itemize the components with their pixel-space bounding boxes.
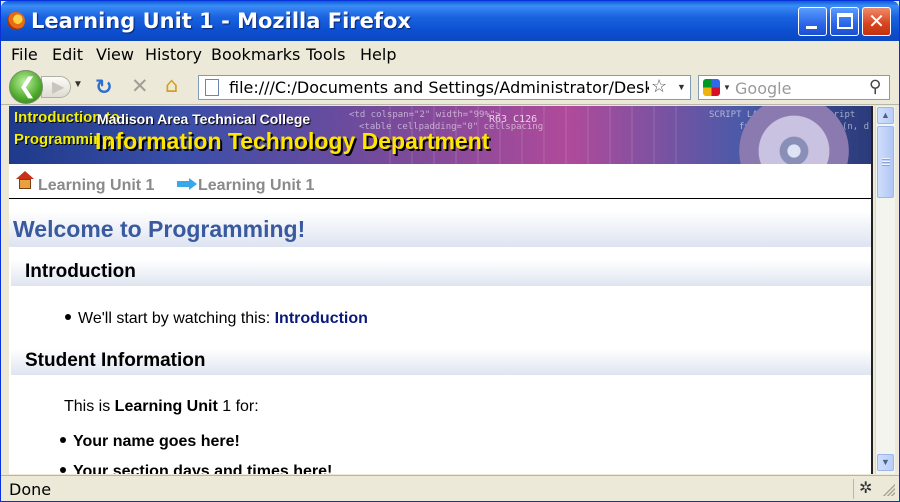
bullet-icon [65, 313, 71, 320]
bookmark-star-icon[interactable]: ☆ [651, 76, 667, 97]
list-item: Your section days and times here! [60, 463, 332, 474]
status-separator [853, 479, 854, 499]
engine-dropdown-icon[interactable]: ▼ [723, 83, 731, 92]
window-title: Learning Unit 1 - Mozilla Firefox [31, 9, 411, 33]
arrow-right-icon [177, 178, 197, 190]
close-icon: ✕ [868, 9, 885, 33]
student-info-heading: Student Information [25, 350, 206, 371]
menu-bookmarks[interactable]: Bookmarks [211, 45, 300, 64]
bullet-icon [60, 466, 66, 473]
url-dropdown-icon[interactable]: ▼ [677, 82, 686, 92]
scroll-thumb[interactable] [877, 126, 894, 198]
search-box[interactable]: ▼ Google ⚲ [698, 75, 890, 100]
menu-file[interactable]: File [11, 45, 38, 64]
search-placeholder[interactable]: Google [735, 79, 791, 98]
list-item: We'll start by watching this: Introducti… [65, 310, 368, 328]
page-icon [205, 79, 219, 96]
firefox-logo-icon [7, 12, 25, 30]
introduction-heading: Introduction [25, 261, 136, 282]
page-title: Welcome to Programming! [13, 216, 306, 242]
vertical-scrollbar[interactable]: ▲ ▼ [875, 106, 895, 474]
home-icon[interactable] [16, 171, 34, 189]
student-section: Your section days and times here! [73, 463, 333, 474]
firebug-icon[interactable]: ✲ [859, 478, 872, 498]
intro-suffix: 1 for: [217, 398, 259, 415]
history-dropdown-icon[interactable]: ▼ [73, 79, 83, 90]
welcome-heading-band: Welcome to Programming! [9, 211, 871, 247]
reload-icon[interactable]: ↻ [95, 75, 113, 99]
status-bar: Done ✲ [1, 475, 899, 501]
url-bar[interactable]: file:///C:/Documents and Settings/Admini… [198, 75, 691, 100]
college-name: Madison Area Technical College [97, 111, 311, 127]
department-name: Information Technology Department [95, 128, 490, 154]
stop-icon[interactable]: ✕ [131, 74, 149, 98]
introduction-heading-band: Introduction [11, 260, 871, 286]
browser-window: Learning Unit 1 - Mozilla Firefox ✕ File… [0, 0, 900, 502]
google-engine-icon[interactable] [703, 79, 720, 96]
student-name: Your name goes here! [73, 433, 240, 450]
forward-button[interactable]: ▶ [41, 76, 71, 98]
page-content: <td colspan="2" width="99%"> <table cell… [9, 106, 873, 474]
maximize-button[interactable] [830, 7, 859, 36]
department-banner: <td colspan="2" width="99%"> <table cell… [9, 106, 871, 164]
menu-tools[interactable]: Tools [306, 45, 345, 64]
grip-icon [882, 158, 890, 167]
intro-prefix: This is [64, 398, 115, 415]
breadcrumb-item-current: Learning Unit 1 [198, 177, 315, 194]
menu-edit[interactable]: Edit [52, 45, 83, 64]
back-arrow-icon: ❮ [18, 74, 37, 99]
bullet-icon [60, 436, 66, 443]
scroll-down-button[interactable]: ▼ [877, 454, 894, 471]
close-button[interactable]: ✕ [862, 7, 891, 36]
minimize-icon [806, 26, 817, 29]
forward-arrow-icon: ▶ [52, 77, 65, 96]
intro-bold: Learning Unit [114, 398, 218, 415]
student-info-heading-band: Student Information [11, 349, 871, 375]
banner-code-decoration: R63 C126 [489, 114, 538, 125]
cd-disc-image [739, 106, 849, 164]
menu-help[interactable]: Help [360, 45, 396, 64]
chevron-down-icon: ▼ [881, 457, 890, 467]
back-button[interactable]: ❮ [9, 70, 43, 104]
list-item: Your name goes here! [60, 433, 240, 451]
minimize-button[interactable] [798, 7, 827, 36]
navigation-toolbar: ▶ ❮ ▼ ↻ ✕ ⌂ file:///C:/Documents and Set… [1, 67, 899, 105]
student-info-intro: This is Learning Unit 1 for: [64, 398, 259, 416]
menu-view[interactable]: View [96, 45, 134, 64]
introduction-link[interactable]: Introduction [275, 310, 368, 327]
status-text: Done [9, 480, 52, 499]
maximize-icon [837, 13, 853, 29]
bullet-text: We'll start by watching this: [78, 310, 275, 327]
title-bar[interactable]: Learning Unit 1 - Mozilla Firefox ✕ [1, 1, 899, 41]
scroll-up-button[interactable]: ▲ [877, 107, 894, 124]
resize-grip-icon[interactable] [883, 484, 895, 496]
search-icon[interactable]: ⚲ [869, 77, 881, 97]
url-text[interactable]: file:///C:/Documents and Settings/Admini… [229, 78, 649, 97]
menu-bar: File Edit View History Bookmarks Tools H… [1, 41, 899, 67]
home-icon[interactable]: ⌂ [165, 73, 178, 97]
breadcrumb: Learning Unit 1 Learning Unit 1 [9, 164, 871, 199]
banner-code-decoration: <td colspan="2" width="99%"> [349, 110, 501, 120]
breadcrumb-item-learning-unit[interactable]: Learning Unit 1 [38, 177, 154, 195]
chevron-up-icon: ▲ [881, 110, 890, 120]
menu-history[interactable]: History [145, 45, 202, 64]
